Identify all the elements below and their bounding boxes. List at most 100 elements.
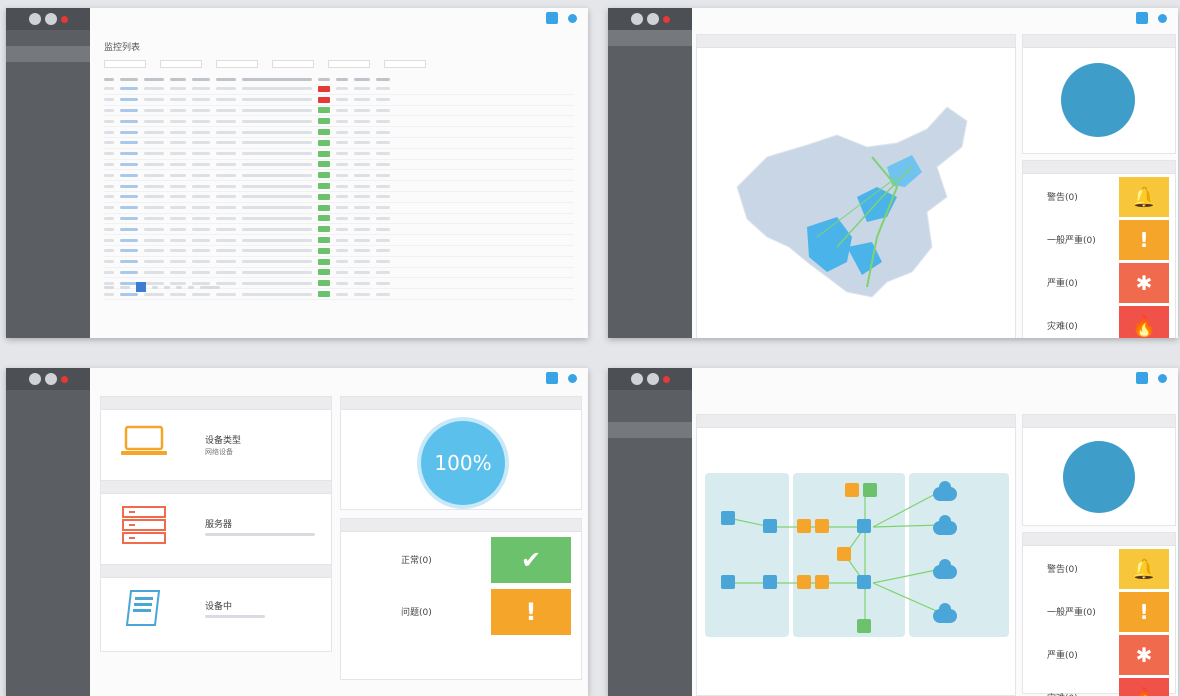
table-row[interactable] [104,181,574,192]
user-menu[interactable] [1158,13,1170,23]
device-node[interactable] [721,511,735,525]
book-icon [125,590,161,626]
device-node[interactable] [797,575,811,589]
bell-icon: 🔔 [1119,548,1169,589]
device-node[interactable] [815,575,829,589]
user-menu[interactable] [568,373,580,383]
device-card-type: 设备类型 网络设备 [100,396,332,484]
pie-card [1022,34,1176,154]
device-node[interactable] [721,575,735,589]
panel-map-dashboard: 警告(0) 🔔 一般严重(0)! 严重(0) ✱ 灾难(0) 🔥 [608,8,1178,338]
device-node[interactable] [763,575,777,589]
main-area: 警告(0)🔔一般严重(0)!严重(0)✱灾难(0)🔥 [692,368,1178,696]
table-row[interactable] [104,257,574,268]
sidebar [608,8,692,338]
nav-item[interactable] [608,438,692,454]
table-row[interactable] [104,160,574,171]
table-row[interactable] [104,138,574,149]
nav-menu [608,390,692,486]
table-row[interactable] [104,268,574,279]
table-row[interactable] [104,95,574,106]
severity-card: 警告(0)🔔一般严重(0)!严重(0)✱灾难(0)🔥 [1022,160,1176,338]
status-badge [318,183,330,190]
topbar [1126,12,1170,24]
primary-button[interactable] [546,12,558,24]
laptop-icon [121,425,167,455]
nav-item[interactable] [608,94,692,110]
severity-label: 一般严重(0) [1047,236,1096,246]
nav-item[interactable] [608,470,692,486]
severity-list: 警告(0)🔔一般严重(0)!严重(0)✱灾难(0)🔥 [1023,175,1175,338]
fire-icon: 🔥 [1119,305,1169,338]
severity-card: 警告(0)🔔一般严重(0)!严重(0)✱灾难(0)🔥 [1022,532,1176,696]
table-row[interactable] [104,116,574,128]
device-node[interactable] [837,547,851,561]
pie-chart [1061,63,1135,137]
severity-label: 灾难(0) [1047,691,1078,696]
nav-item[interactable] [608,454,692,470]
nav-item[interactable] [608,62,692,78]
bug-icon: ✱ [1119,634,1169,675]
status-row-problem: 问题(0) ! [341,589,581,635]
device-node[interactable] [857,619,871,633]
filter-bar[interactable] [104,60,574,70]
nav-item[interactable] [6,78,90,94]
status-badge [318,96,330,103]
nav-item[interactable] [608,30,692,46]
nav-item[interactable] [608,78,692,94]
logo [6,8,90,30]
nav-item[interactable] [6,46,90,62]
device-node[interactable] [763,519,777,533]
user-menu[interactable] [1158,373,1170,383]
table-row[interactable] [104,106,574,117]
nav-item[interactable] [608,390,692,406]
primary-button[interactable] [1136,12,1148,24]
nav-item[interactable] [608,422,692,438]
nav-item[interactable] [6,110,90,126]
nav-item[interactable] [608,406,692,422]
nav-item[interactable] [608,46,692,62]
progress-ring: 100% [417,417,509,509]
table-row[interactable] [104,170,574,182]
panel-monitor-list: 监控列表 [6,8,588,338]
device-node[interactable] [845,483,859,497]
user-menu[interactable] [568,13,580,23]
nav-item[interactable] [6,30,90,46]
primary-button[interactable] [1136,372,1148,384]
pagination[interactable] [104,282,220,292]
table-row[interactable] [104,192,574,203]
table-row[interactable] [104,149,574,160]
device-card-book: 设备中 [100,564,332,652]
nav-item[interactable] [6,390,90,406]
device-node[interactable] [863,483,877,497]
nav-item[interactable] [6,422,90,438]
device-node[interactable] [815,519,829,533]
table-row[interactable] [104,235,574,246]
nav-item[interactable] [6,406,90,422]
main-area: 设备类型 网络设备 服务器 设备中 100% 正常(0) ✔ 问题(0) ! [90,368,588,696]
table-row[interactable] [104,127,574,138]
nav-item[interactable] [608,110,692,126]
nav-item[interactable] [6,454,90,470]
exclamation-icon: ! [1119,591,1169,632]
primary-button[interactable] [546,372,558,384]
table-row[interactable] [104,224,574,236]
device-node[interactable] [857,519,871,533]
table-row[interactable] [104,203,574,214]
table-row[interactable] [104,214,574,225]
table-row[interactable] [104,246,574,257]
progress-label: 100% [434,451,492,475]
status-badge [318,139,330,146]
status-card: 正常(0) ✔ 问题(0) ! [340,518,582,680]
nav-item[interactable] [6,470,90,486]
cloud-icon [933,603,957,623]
severity-row: 警告(0) 🔔 [1023,547,1175,590]
sidebar [6,368,90,696]
nav-item[interactable] [6,438,90,454]
device-node[interactable] [857,575,871,589]
device-node[interactable] [797,519,811,533]
nav-item[interactable] [6,94,90,110]
nav-item[interactable] [6,62,90,78]
logo [608,8,692,30]
table-row[interactable] [104,84,574,95]
